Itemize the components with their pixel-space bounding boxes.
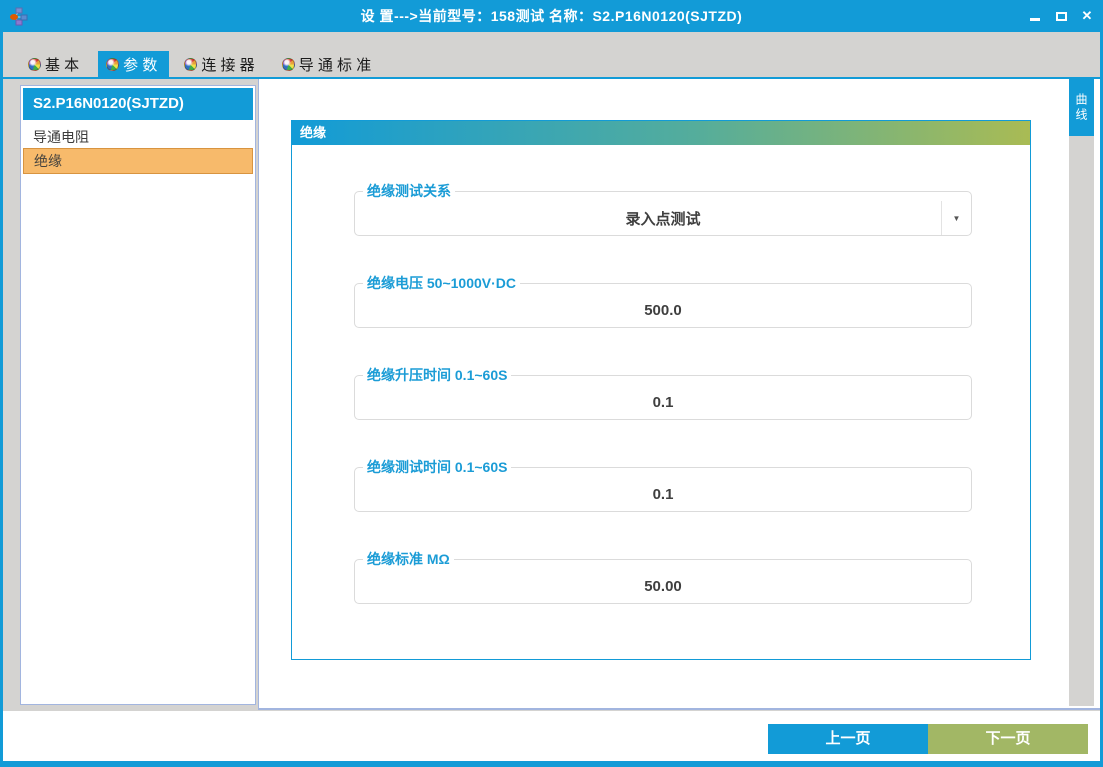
tab-underline xyxy=(3,77,1100,79)
main-panel: 曲线 绝缘 绝缘测试关系 录入点测试 ▼ 绝缘电压 50~1000V·DC 50… xyxy=(258,77,1100,710)
tab-label: 参 数 xyxy=(123,54,157,75)
minimize-button[interactable] xyxy=(1029,10,1041,22)
tab-strip: 基 本 参 数 连 接 器 导 通 标 准 xyxy=(20,51,390,77)
sidebar-item-model[interactable]: S2.P16N0120(SJTZD) xyxy=(23,88,253,120)
sidebar-item-insulation[interactable]: 绝缘 xyxy=(23,148,253,174)
tab-connector[interactable]: 连 接 器 xyxy=(176,51,266,77)
dropdown-button[interactable]: ▼ xyxy=(941,201,971,235)
client-area: 基 本 参 数 连 接 器 导 通 标 准 S2.P16N0120(SJTZD)… xyxy=(3,32,1100,761)
close-icon: ✕ xyxy=(1082,10,1093,22)
close-button[interactable]: ✕ xyxy=(1081,10,1093,22)
next-page-button[interactable]: 下一页 xyxy=(928,724,1088,754)
tab-label: 导 通 标 准 xyxy=(299,54,372,75)
ramp-up-time-field: 绝缘升压时间 0.1~60S 0.1 xyxy=(354,365,972,420)
field-label: 绝缘电压 50~1000V·DC xyxy=(363,273,520,293)
minimize-icon xyxy=(1030,18,1040,21)
tab-parameters[interactable]: 参 数 xyxy=(98,51,169,77)
tab-label: 连 接 器 xyxy=(201,54,254,75)
insulation-voltage-field: 绝缘电压 50~1000V·DC 500.0 xyxy=(354,273,972,328)
tab-ball-icon xyxy=(106,58,119,71)
previous-page-button[interactable]: 上一页 xyxy=(768,724,928,754)
insulation-test-relation-combobox[interactable]: 录入点测试 xyxy=(355,201,971,235)
field-label: 绝缘测试时间 0.1~60S xyxy=(363,457,511,477)
insulation-voltage-input[interactable]: 500.0 xyxy=(355,293,971,327)
maximize-icon xyxy=(1056,12,1067,21)
insulation-groupbox: 绝缘 绝缘测试关系 录入点测试 ▼ 绝缘电压 50~1000V·DC 500.0… xyxy=(291,120,1031,660)
tab-ball-icon xyxy=(184,58,197,71)
chevron-down-icon: ▼ xyxy=(953,214,961,223)
test-time-input[interactable]: 0.1 xyxy=(355,477,971,511)
tab-ball-icon xyxy=(282,58,295,71)
insulation-standard-field: 绝缘标准 MΩ 50.00 xyxy=(354,549,972,604)
sidebar-item-conduction-resistance[interactable]: 导通电阻 xyxy=(23,125,253,149)
tab-basic[interactable]: 基 本 xyxy=(20,51,91,77)
test-time-field: 绝缘测试时间 0.1~60S 0.1 xyxy=(354,457,972,512)
insulation-test-relation-field: 绝缘测试关系 录入点测试 ▼ xyxy=(354,181,972,236)
ramp-up-time-input[interactable]: 0.1 xyxy=(355,385,971,419)
groupbox-header: 绝缘 xyxy=(292,121,1030,145)
tab-ball-icon xyxy=(28,58,41,71)
collapsed-side-panel xyxy=(1069,79,1094,706)
tab-conduction-standard[interactable]: 导 通 标 准 xyxy=(274,51,384,77)
field-label: 绝缘升压时间 0.1~60S xyxy=(363,365,511,385)
app-diagram-icon xyxy=(7,4,31,28)
window-title: 设 置--->当前型号：158测试 名称：S2.P16N0120(SJTZD) xyxy=(0,6,1103,26)
window-controls: ✕ xyxy=(1029,0,1093,32)
insulation-standard-input[interactable]: 50.00 xyxy=(355,569,971,603)
footer-bar: 上一页 下一页 xyxy=(3,711,1100,761)
settings-window: 设 置--->当前型号：158测试 名称：S2.P16N0120(SJTZD) … xyxy=(0,0,1103,767)
title-bar[interactable]: 设 置--->当前型号：158测试 名称：S2.P16N0120(SJTZD) … xyxy=(0,0,1103,32)
curve-side-tab[interactable]: 曲线 xyxy=(1069,79,1094,136)
field-label: 绝缘标准 MΩ xyxy=(363,549,454,569)
model-sidebar: S2.P16N0120(SJTZD) 导通电阻 绝缘 xyxy=(20,85,256,705)
tab-label: 基 本 xyxy=(45,54,79,75)
maximize-button[interactable] xyxy=(1055,10,1067,22)
field-label: 绝缘测试关系 xyxy=(363,181,455,201)
